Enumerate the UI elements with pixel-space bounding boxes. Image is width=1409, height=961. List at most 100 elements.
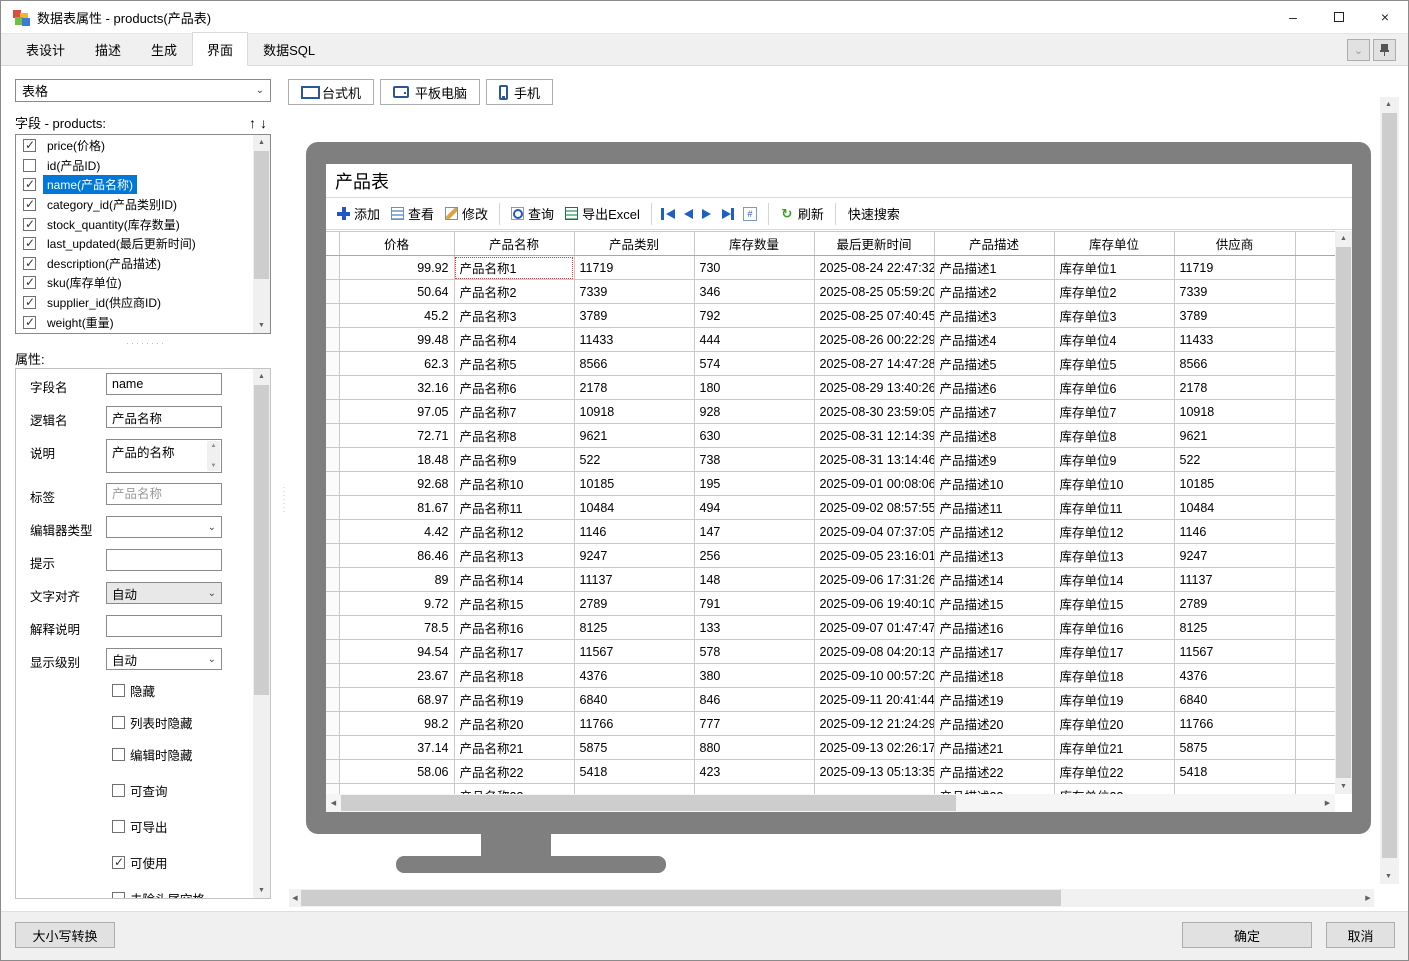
cell[interactable]: 5875 (574, 735, 695, 760)
pane-vertical-scrollbar[interactable]: ▲ ▼ (1380, 97, 1399, 884)
cell[interactable]: 10918 (574, 399, 695, 424)
cell[interactable]: 产品名称18 (454, 663, 575, 688)
cell[interactable]: 8566 (1174, 351, 1296, 376)
cell[interactable]: 库存单位4 (1054, 327, 1175, 352)
cell[interactable]: 8125 (1174, 615, 1296, 640)
cell[interactable]: 738 (694, 447, 815, 472)
cell[interactable] (814, 783, 935, 794)
cell[interactable]: 3789 (1174, 303, 1296, 328)
scroll-up-icon[interactable]: ▲ (253, 369, 270, 384)
cell[interactable]: 10484 (574, 495, 695, 520)
row-header[interactable] (326, 327, 340, 352)
property-input-标签[interactable] (106, 483, 222, 505)
cell[interactable]: 库存单位7 (1054, 399, 1175, 424)
column-header-产品描述[interactable]: 产品描述 (934, 231, 1055, 256)
move-field-down-button[interactable]: ↓ (260, 115, 271, 131)
cell[interactable]: 256 (694, 543, 815, 568)
tab-界面[interactable]: 界面 (192, 32, 249, 66)
cell[interactable]: 180 (694, 375, 815, 400)
cell[interactable]: 9247 (574, 543, 695, 568)
cell[interactable]: 库存单位19 (1054, 687, 1175, 712)
spin-down-icon[interactable]: ▼ (211, 463, 217, 469)
cell[interactable]: 产品名称10 (454, 471, 575, 496)
cell[interactable]: 库存单位16 (1054, 615, 1175, 640)
tab-表设计[interactable]: 表设计 (11, 34, 80, 66)
cell[interactable]: 10484 (1174, 495, 1296, 520)
checkbox-可查询[interactable] (112, 784, 125, 797)
field-checkbox[interactable] (23, 197, 36, 212)
cell[interactable]: 1146 (574, 519, 695, 544)
cell[interactable]: 产品名称12 (454, 519, 575, 544)
cell[interactable]: 产品描述3 (934, 303, 1055, 328)
cell[interactable]: 库存单位13 (1054, 543, 1175, 568)
cell[interactable]: 产品名称7 (454, 399, 575, 424)
row-header[interactable] (326, 279, 340, 304)
cell[interactable]: 产品名称14 (454, 567, 575, 592)
cell[interactable]: 4376 (1174, 663, 1296, 688)
field-list-item[interactable]: price(价格) (16, 136, 253, 156)
field-list-item[interactable]: sku(库存单位) (16, 273, 253, 293)
cell[interactable]: 8125 (574, 615, 695, 640)
tab-数据SQL[interactable]: 数据SQL (248, 34, 330, 66)
cell[interactable]: 99.48 (339, 327, 455, 352)
cell[interactable]: 81.67 (339, 495, 455, 520)
cell[interactable] (1174, 783, 1296, 794)
cell[interactable]: 产品名称21 (454, 735, 575, 760)
checkbox-列表时隐藏[interactable] (112, 716, 125, 729)
tab-生成[interactable]: 生成 (136, 34, 192, 66)
cell[interactable]: 产品描述16 (934, 615, 1055, 640)
row-header[interactable] (326, 471, 340, 496)
cell[interactable]: 2025-09-11 20:41:44 (814, 687, 935, 712)
horizontal-splitter-handle[interactable]: ········ (121, 338, 171, 348)
page-number-button[interactable]: # (740, 205, 760, 223)
cell[interactable]: 产品名称17 (454, 639, 575, 664)
cell[interactable]: 2025-08-25 07:40:45 (814, 303, 935, 328)
cell[interactable]: 产品名称4 (454, 327, 575, 352)
cell[interactable]: 522 (574, 447, 695, 472)
cell[interactable]: 86.46 (339, 543, 455, 568)
row-header[interactable] (326, 423, 340, 448)
field-checkbox[interactable] (23, 138, 36, 153)
row-header[interactable] (326, 519, 340, 544)
cell[interactable]: 产品名称22 (454, 759, 575, 784)
cell[interactable]: 578 (694, 639, 815, 664)
cell[interactable]: 库存单位20 (1054, 711, 1175, 736)
scroll-up-icon[interactable]: ▲ (253, 135, 270, 150)
cell[interactable]: 5418 (1174, 759, 1296, 784)
column-header-供应商[interactable]: 供应商 (1174, 231, 1296, 256)
field-list-item[interactable]: name(产品名称) (16, 175, 253, 195)
cancel-button[interactable]: 取消 (1326, 922, 1395, 948)
cell[interactable]: 2025-09-10 00:57:20 (814, 663, 935, 688)
row-header[interactable] (326, 567, 340, 592)
cell[interactable]: 库存单位22 (1054, 759, 1175, 784)
cell[interactable]: 产品描述9 (934, 447, 1055, 472)
cell[interactable]: 库存单位11 (1054, 495, 1175, 520)
spinner-icons[interactable]: ▲ ▼ (207, 441, 220, 471)
property-input-解释说明[interactable] (106, 615, 222, 637)
cell[interactable]: 2178 (1174, 375, 1296, 400)
cell[interactable]: 2025-08-25 05:59:20 (814, 279, 935, 304)
scroll-up-icon[interactable]: ▲ (1335, 231, 1352, 246)
query-button[interactable]: 查询 (508, 202, 557, 225)
cell[interactable]: 50.64 (339, 279, 455, 304)
cell[interactable]: 产品描述21 (934, 735, 1055, 760)
ok-button[interactable]: 确定 (1182, 922, 1312, 948)
field-checkbox[interactable] (23, 295, 36, 310)
column-header-库存数量[interactable]: 库存数量 (694, 231, 815, 256)
property-select-编辑器类型[interactable]: ⌄ (106, 516, 222, 538)
cell[interactable]: 产品描述12 (934, 519, 1055, 544)
cell[interactable]: 产品描述1 (934, 255, 1055, 280)
cell[interactable]: 78.5 (339, 615, 455, 640)
row-header[interactable] (326, 639, 340, 664)
cell[interactable]: 产品描述4 (934, 327, 1055, 352)
cell[interactable]: 2025-08-29 13:40:26 (814, 375, 935, 400)
last-page-button[interactable] (720, 207, 735, 221)
minimize-button[interactable]: – (1270, 1, 1316, 33)
spin-up-icon[interactable]: ▲ (211, 443, 217, 449)
checkbox-去除头尾空格[interactable] (112, 892, 125, 898)
row-header[interactable] (326, 783, 340, 794)
scroll-left-icon[interactable]: ◀ (326, 794, 341, 812)
cell[interactable]: 10918 (1174, 399, 1296, 424)
field-list-item[interactable]: supplier_id(供应商ID) (16, 293, 253, 313)
scroll-up-icon[interactable]: ▲ (1380, 97, 1397, 112)
